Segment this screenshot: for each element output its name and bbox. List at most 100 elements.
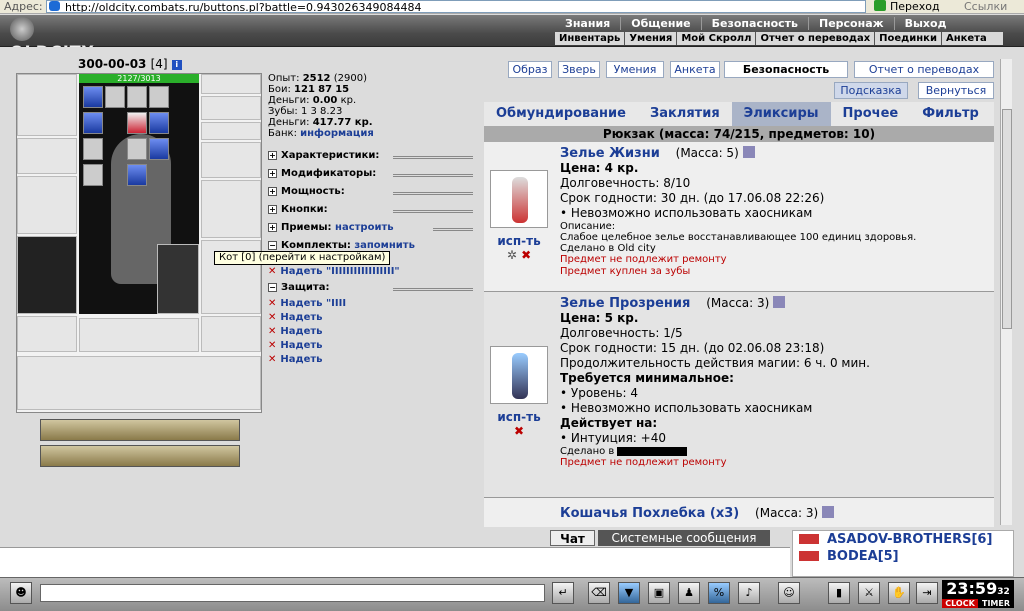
expand-icon[interactable]: + [268, 222, 277, 232]
submenu-profile[interactable]: Анкета [940, 32, 991, 45]
weapon-slot[interactable] [17, 176, 77, 234]
clock-label[interactable]: CLOCK [942, 599, 978, 608]
horseshoe-icon[interactable] [127, 138, 147, 160]
delete-icon[interactable]: ✕ [268, 340, 276, 351]
submenu-inventory[interactable]: Инвентарь [555, 32, 624, 45]
rune-icon[interactable] [83, 112, 103, 134]
timer-label[interactable]: TIMER [978, 599, 1014, 608]
delete-icon[interactable]: ✕ [268, 266, 276, 277]
scroll-icon[interactable] [149, 86, 169, 108]
section-techniques[interactable]: + Приемы: настроить [268, 219, 473, 237]
potion-slots[interactable] [79, 318, 199, 352]
section-characteristics[interactable]: + Характеристики: [268, 147, 473, 165]
defense-equip-action[interactable]: ✕ Надеть [268, 325, 473, 339]
defense-equip-action[interactable]: ✕ Надеть [268, 311, 473, 325]
delete-icon[interactable]: ✖ [521, 248, 531, 262]
defense-equip-action[interactable]: ✕ Надеть [268, 353, 473, 367]
item-list-scrollbar[interactable] [1000, 59, 1012, 525]
use-button[interactable]: исп-ть ✖ [484, 410, 554, 438]
collapse-icon[interactable]: − [268, 240, 277, 250]
hint-button[interactable]: Подсказка [834, 82, 908, 99]
exit-icon[interactable]: ⇥ [916, 582, 938, 604]
boots-slot[interactable] [201, 316, 261, 352]
pet-cat-slot[interactable] [157, 244, 199, 314]
scroll-icon[interactable] [127, 86, 147, 108]
wave-scroll-icon[interactable] [149, 112, 169, 134]
section-buttons[interactable]: + Кнопки: [268, 201, 473, 219]
tab-filter[interactable]: Фильтр [910, 102, 991, 126]
section-modifiers[interactable]: + Модификаторы: [268, 165, 473, 183]
person-icon[interactable]: ♟ [678, 582, 700, 604]
gloves-slot[interactable] [201, 142, 261, 178]
setup-link[interactable]: настроить [335, 222, 394, 233]
delete-icon[interactable]: ✕ [268, 326, 276, 337]
wave-scroll-icon[interactable] [127, 164, 147, 186]
bracers-slot[interactable] [17, 138, 77, 174]
save-icon[interactable]: ▣ [648, 582, 670, 604]
scroll-icon[interactable] [83, 138, 103, 160]
delete-icon[interactable]: ✕ [268, 298, 276, 309]
scroll-icon[interactable] [105, 86, 125, 108]
chat-pane[interactable] [0, 547, 790, 577]
scroll-icon[interactable] [127, 112, 147, 134]
links-label[interactable]: Ссылки [964, 0, 1007, 13]
wave-scroll-icon[interactable] [149, 138, 169, 160]
quick-skills-row-2[interactable] [40, 445, 240, 467]
return-button[interactable]: Вернуться [918, 82, 994, 99]
filter-icon[interactable]: ▼ [618, 582, 640, 604]
item-name[interactable]: Зелье Жизни [560, 146, 660, 161]
tab-equipment[interactable]: Обмундирование [484, 102, 638, 126]
section-defense[interactable]: − Защита: [268, 279, 473, 297]
expand-icon[interactable]: + [268, 204, 277, 214]
delete-icon[interactable]: ✕ [268, 312, 276, 323]
enter-icon[interactable]: ↵ [552, 582, 574, 604]
list-item[interactable]: BODEA[5] [793, 548, 1013, 565]
eraser-icon[interactable]: ⌫ [588, 582, 610, 604]
menu-communication[interactable]: Общение [620, 17, 700, 30]
helmet-slot[interactable] [17, 74, 77, 136]
item-name[interactable]: Кошачья Похлебка (x3) [560, 506, 739, 521]
expand-icon[interactable]: + [268, 150, 277, 160]
menu-security[interactable]: Безопасность [700, 17, 808, 30]
bank-info-link[interactable]: информация [300, 128, 374, 139]
rune-icon[interactable] [83, 86, 103, 108]
scrollbar-thumb[interactable] [1002, 109, 1012, 329]
bottle-icon[interactable]: ▮ [828, 582, 850, 604]
delete-icon[interactable]: ✖ [514, 424, 524, 438]
list-item[interactable]: ASADOV-BROTHERS[6] [793, 531, 1013, 548]
scroll-icon[interactable] [83, 164, 103, 186]
settings-icon[interactable]: ✲ [507, 248, 517, 262]
skills-button[interactable]: Умения [606, 61, 664, 78]
transfer-report-button[interactable]: Отчет о переводах [854, 61, 994, 78]
defense-equip-action[interactable]: ✕ Надеть "IIII [268, 297, 473, 311]
defense-equip-action[interactable]: ✕ Надеть [268, 339, 473, 353]
delete-icon[interactable]: ✕ [268, 354, 276, 365]
tab-elixirs[interactable]: Эликсиры [731, 102, 831, 126]
expand-icon[interactable]: + [268, 186, 277, 196]
menu-exit[interactable]: Выход [893, 17, 957, 30]
image-button[interactable]: Образ [508, 61, 552, 78]
speaker-icon[interactable]: ♪ [738, 582, 760, 604]
menu-knowledge[interactable]: Знания [555, 17, 620, 30]
offhand-slot[interactable] [201, 180, 261, 238]
kit-equip-action[interactable]: ✕ Надеть "IIIIIIIIIIIIIIIII" [268, 265, 473, 279]
collapse-icon[interactable]: − [268, 282, 277, 292]
submenu-my-scroll[interactable]: Мой Скролл [676, 32, 755, 45]
ring-slot[interactable] [201, 122, 261, 140]
tab-spells[interactable]: Заклятия [638, 102, 732, 126]
expand-icon[interactable]: + [268, 168, 277, 178]
bag-slots[interactable] [17, 356, 261, 410]
tab-chat[interactable]: Чат [550, 530, 595, 546]
armor-slot[interactable] [17, 236, 77, 314]
online-user-name[interactable]: ASADOV-BROTHERS[6] [827, 532, 992, 547]
fight-icon[interactable]: ⚔ [858, 582, 880, 604]
profile-button[interactable]: Анкета [670, 61, 720, 78]
head-icon[interactable]: ☻ [10, 582, 32, 604]
item-name[interactable]: Зелье Прозрения [560, 296, 690, 311]
chat-input[interactable] [40, 584, 545, 602]
tab-other[interactable]: Прочее [831, 102, 911, 126]
menu-character[interactable]: Персонаж [808, 17, 894, 30]
info-icon[interactable]: i [171, 59, 182, 70]
go-button[interactable]: Переход [874, 0, 954, 13]
tab-system-messages[interactable]: Системные сообщения [598, 530, 770, 546]
